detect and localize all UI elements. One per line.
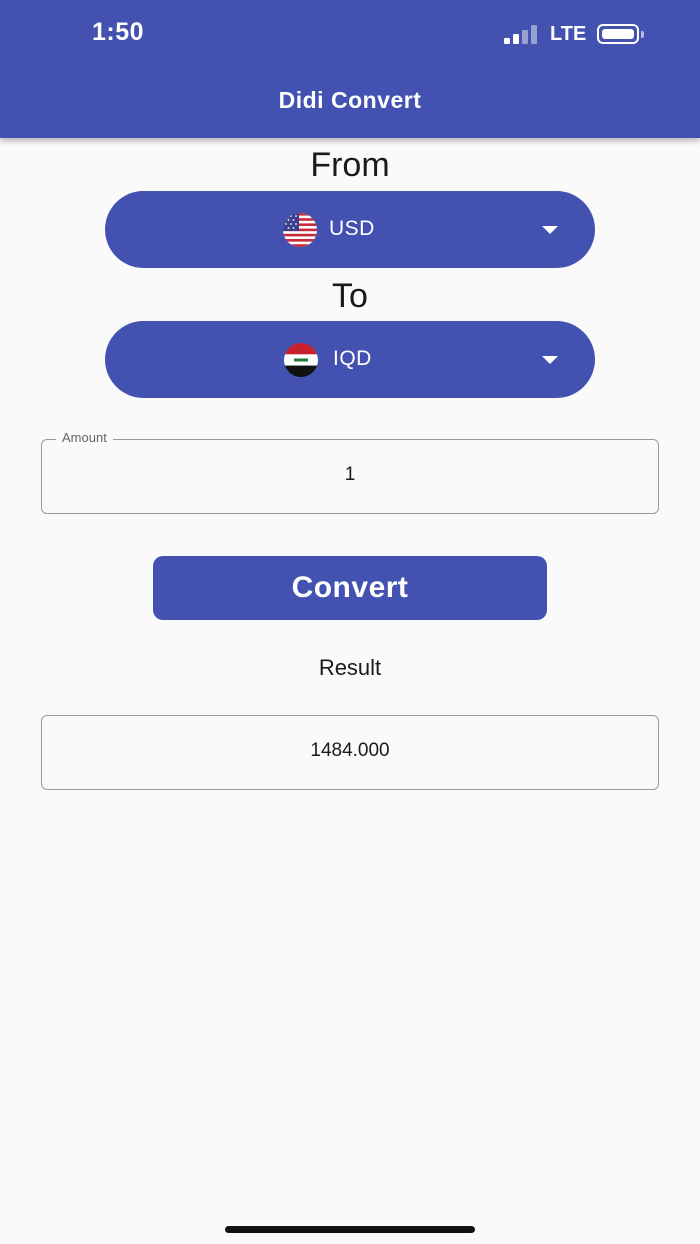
from-currency-code: USD [329,217,375,240]
amount-input[interactable]: 1 [42,464,658,486]
status-time: 1:50 [92,18,145,46]
app-title: Didi Convert [278,87,422,113]
amount-label: Amount [56,430,113,445]
chevron-down-icon [542,356,558,364]
cellular-signal-icon [504,24,540,44]
to-label: To [332,277,368,315]
iraq-flag-icon [284,343,318,377]
home-indicator[interactable] [225,1226,475,1233]
app-bar: 1:50 LTE Didi Convert [0,0,700,138]
result-value: 1484.000 [310,740,390,761]
network-type: LTE [550,23,587,45]
result-field: 1484.000 [41,715,659,790]
to-currency-code: IQD [333,347,372,370]
us-flag-icon [283,213,317,247]
chevron-down-icon [542,226,558,234]
result-label: Result [318,655,382,680]
from-label: From [310,146,390,184]
to-currency-dropdown[interactable]: IQD [105,321,595,398]
battery-icon [597,24,639,44]
amount-field[interactable]: Amount 1 [41,430,659,514]
battery-nub [641,31,644,38]
from-currency-dropdown[interactable]: USD [105,191,595,268]
convert-button[interactable]: Convert [153,556,547,620]
